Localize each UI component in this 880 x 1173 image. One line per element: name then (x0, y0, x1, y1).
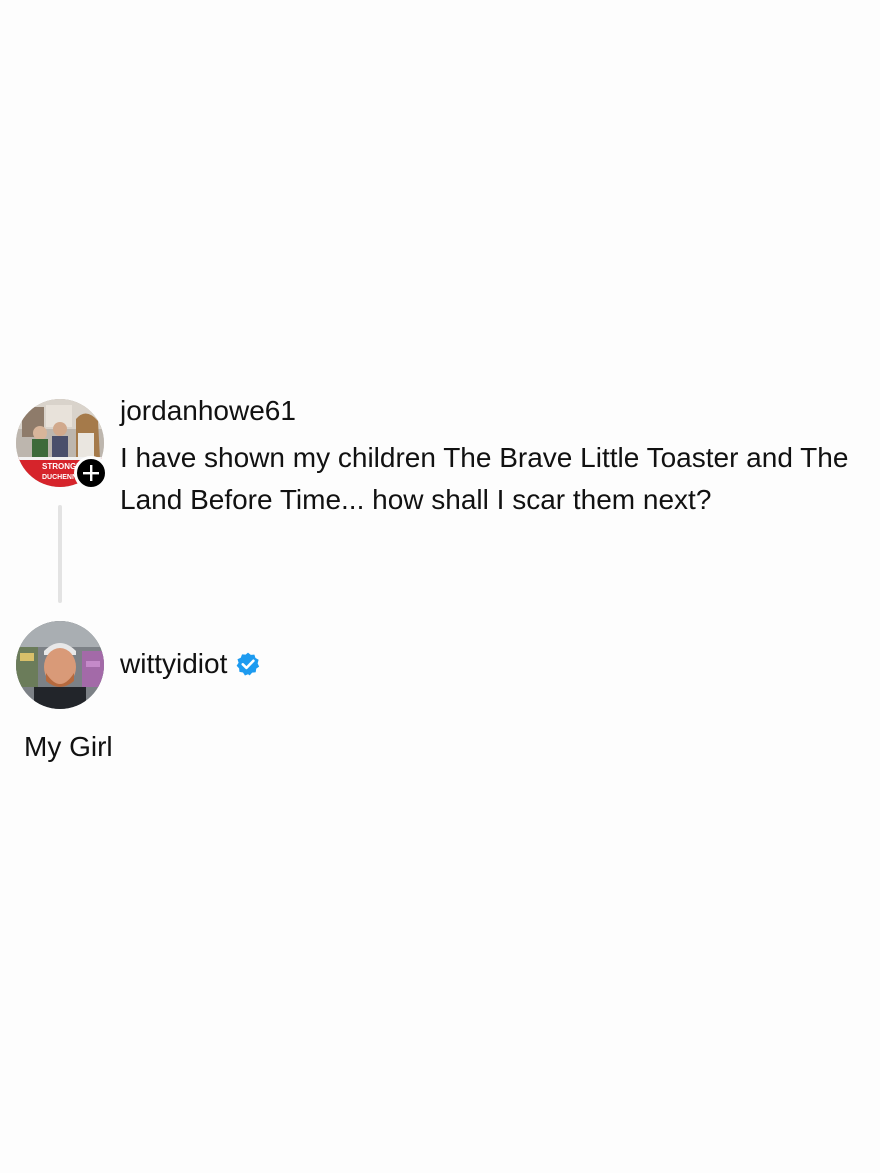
thread-connector-line (58, 505, 62, 603)
avatar-photo-icon (16, 621, 104, 709)
follow-button[interactable] (74, 456, 108, 490)
avatar-wittyidiot[interactable] (16, 621, 104, 709)
post-header: wittyidiot (120, 644, 261, 684)
post-text: My Girl (24, 731, 113, 762)
verified-badge-icon (237, 652, 260, 676)
post-text: I have shown my children The Brave Littl… (120, 442, 849, 515)
plus-icon (83, 465, 99, 481)
post-username[interactable]: jordanhowe61 (120, 392, 296, 430)
post-username[interactable]: wittyidiot (120, 645, 227, 683)
